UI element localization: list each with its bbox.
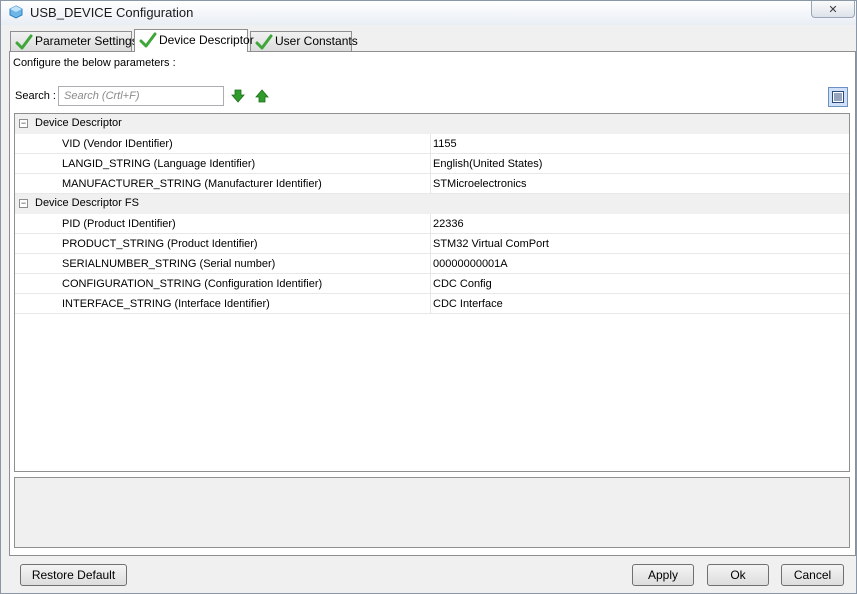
property-row[interactable]: SERIALNUMBER_STRING (Serial number) 0000… — [15, 254, 849, 274]
apply-button[interactable]: Apply — [632, 564, 694, 586]
property-value[interactable]: STMicroelectronics — [433, 178, 527, 190]
tab-label: Parameter Settings — [35, 34, 138, 48]
property-name: CONFIGURATION_STRING (Configuration Iden… — [62, 278, 323, 290]
property-row[interactable]: LANGID_STRING (Language Identifier) Engl… — [15, 154, 849, 174]
tab-label: User Constants — [275, 34, 358, 48]
property-row[interactable]: PID (Product IDentifier) 22336 — [15, 214, 849, 234]
property-name: SERIALNUMBER_STRING (Serial number) — [62, 258, 276, 270]
title-bar[interactable]: USB_DEVICE Configuration ✕ — [1, 1, 856, 25]
column-divider — [430, 294, 431, 314]
check-icon — [255, 34, 273, 50]
group-row-device-descriptor[interactable]: − Device Descriptor — [15, 114, 849, 134]
property-row[interactable]: MANUFACTURER_STRING (Manufacturer Identi… — [15, 174, 849, 194]
configuration-window: USB_DEVICE Configuration ✕ Parameter Set… — [0, 0, 857, 594]
tab-device-descriptor[interactable]: Device Descriptor — [134, 29, 254, 52]
close-button[interactable]: ✕ — [811, 1, 855, 18]
column-divider — [430, 154, 431, 174]
property-row[interactable]: PRODUCT_STRING (Product Identifier) STM3… — [15, 234, 849, 254]
column-divider — [430, 234, 431, 254]
column-divider — [430, 174, 431, 194]
property-value[interactable]: STM32 Virtual ComPort — [433, 238, 549, 250]
ok-button[interactable]: Ok — [707, 564, 769, 586]
search-label: Search : — [15, 90, 56, 102]
column-divider — [430, 214, 431, 234]
tab-label: Device Descriptor — [159, 33, 254, 47]
property-row[interactable]: CONFIGURATION_STRING (Configuration Iden… — [15, 274, 849, 294]
property-name: PID (Product IDentifier) — [62, 218, 176, 230]
tab-parameter-settings[interactable]: Parameter Settings — [10, 31, 138, 51]
column-divider — [430, 134, 431, 154]
search-input[interactable] — [58, 86, 224, 106]
app-cube-icon — [9, 5, 23, 19]
property-value[interactable]: CDC Config — [433, 278, 492, 290]
property-name: INTERFACE_STRING (Interface Identifier) — [62, 298, 270, 310]
cancel-button[interactable]: Cancel — [781, 564, 844, 586]
list-view-button[interactable] — [828, 87, 848, 107]
list-view-icon — [832, 91, 844, 103]
restore-default-button[interactable]: Restore Default — [20, 564, 127, 586]
property-value[interactable]: 1155 — [433, 138, 457, 150]
collapse-icon[interactable]: − — [19, 119, 28, 128]
window-title: USB_DEVICE Configuration — [30, 5, 194, 20]
column-divider — [430, 254, 431, 274]
property-value[interactable]: 00000000001A — [433, 258, 508, 270]
property-row[interactable]: INTERFACE_STRING (Interface Identifier) … — [15, 294, 849, 314]
property-name: VID (Vendor IDentifier) — [62, 138, 173, 150]
property-name: MANUFACTURER_STRING (Manufacturer Identi… — [62, 178, 322, 190]
arrow-down-icon[interactable] — [231, 89, 245, 103]
description-box — [14, 477, 850, 548]
close-icon: ✕ — [828, 3, 838, 16]
configure-label: Configure the below parameters : — [13, 57, 176, 69]
property-value[interactable]: CDC Interface — [433, 298, 503, 310]
tab-user-constants[interactable]: User Constants — [250, 31, 358, 51]
group-row-device-descriptor-fs[interactable]: − Device Descriptor FS — [15, 194, 849, 214]
property-row[interactable]: VID (Vendor IDentifier) 1155 — [15, 134, 849, 154]
collapse-icon[interactable]: − — [19, 199, 28, 208]
tab-panel: Configure the below parameters : Search … — [9, 51, 856, 556]
group-label: Device Descriptor FS — [35, 197, 139, 209]
property-name: PRODUCT_STRING (Product Identifier) — [62, 238, 258, 250]
property-value[interactable]: English(United States) — [433, 158, 542, 170]
check-icon — [15, 34, 33, 50]
group-label: Device Descriptor — [35, 117, 122, 129]
property-grid: − Device Descriptor VID (Vendor IDentifi… — [14, 113, 850, 472]
property-name: LANGID_STRING (Language Identifier) — [62, 158, 256, 170]
property-value[interactable]: 22336 — [433, 218, 464, 230]
check-icon — [139, 32, 157, 48]
arrow-up-icon[interactable] — [255, 89, 269, 103]
column-divider — [430, 274, 431, 294]
